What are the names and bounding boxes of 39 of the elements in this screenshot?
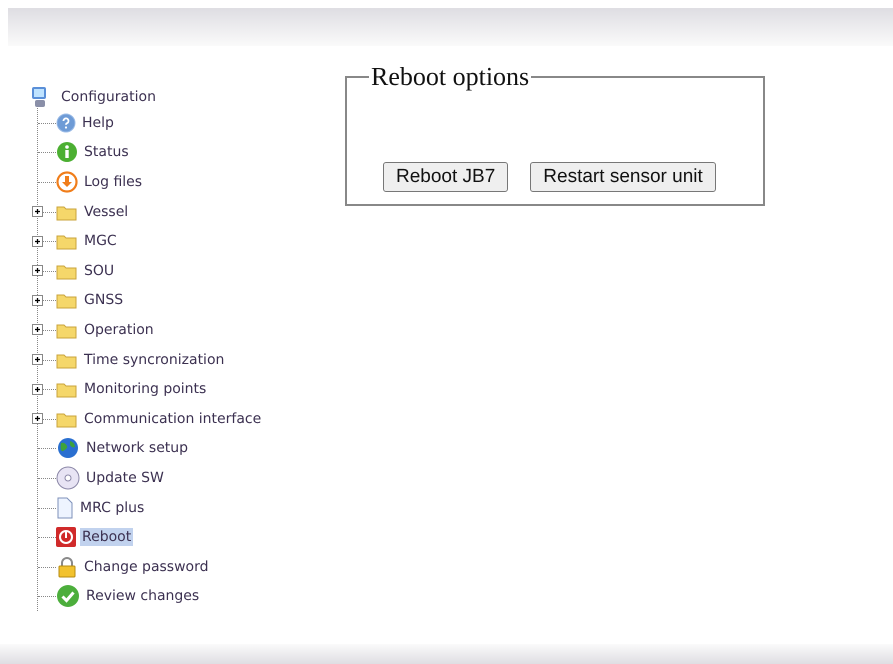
expand-icon[interactable] <box>32 265 43 276</box>
action-button[interactable]: Restart sensor unit <box>530 162 716 192</box>
tree-item[interactable]: MRC plus <box>78 498 146 517</box>
action-button[interactable]: Reboot JB7 <box>383 162 508 192</box>
tree-item[interactable]: Update SW <box>84 468 166 487</box>
tree-item[interactable]: Review changes <box>84 587 202 606</box>
tree-item[interactable]: SOU <box>82 262 116 280</box>
expand-icon[interactable] <box>32 324 43 336</box>
tree-item[interactable]: Communication interface <box>82 410 264 428</box>
tree-item[interactable]: MGC <box>82 232 119 250</box>
tree-item[interactable]: Vessel <box>82 202 130 221</box>
panel-title: Reboot options <box>370 62 530 92</box>
tree-item[interactable]: Help <box>80 114 116 132</box>
tree-item[interactable]: Log files <box>82 172 144 191</box>
disc-icon <box>56 466 80 490</box>
document-icon <box>56 496 74 519</box>
tree-item[interactable]: Network setup <box>84 439 190 458</box>
tree-item[interactable]: Operation <box>82 320 156 339</box>
check-icon <box>56 584 80 608</box>
download-icon <box>56 170 78 193</box>
tree-item[interactable]: Time syncronization <box>82 350 226 369</box>
tree-item[interactable]: Change password <box>82 558 211 576</box>
expand-icon[interactable] <box>32 236 43 247</box>
tree-item[interactable]: Reboot <box>80 528 134 546</box>
power-icon <box>56 527 76 548</box>
tree-item[interactable]: GNSS <box>82 291 126 310</box>
globe-icon <box>56 437 80 460</box>
help-icon <box>56 112 76 133</box>
expand-icon[interactable] <box>32 384 43 395</box>
computer-icon <box>31 86 49 108</box>
tree-item[interactable]: Status <box>82 143 131 162</box>
lock-icon <box>56 556 78 578</box>
tree-item[interactable]: Monitoring points <box>82 380 208 398</box>
tree-item[interactable]: Configuration <box>59 88 158 106</box>
expand-icon[interactable] <box>32 294 43 306</box>
info-icon <box>56 141 78 164</box>
expand-icon[interactable] <box>32 413 43 424</box>
expand-icon[interactable] <box>32 206 43 218</box>
expand-icon[interactable] <box>32 354 43 366</box>
